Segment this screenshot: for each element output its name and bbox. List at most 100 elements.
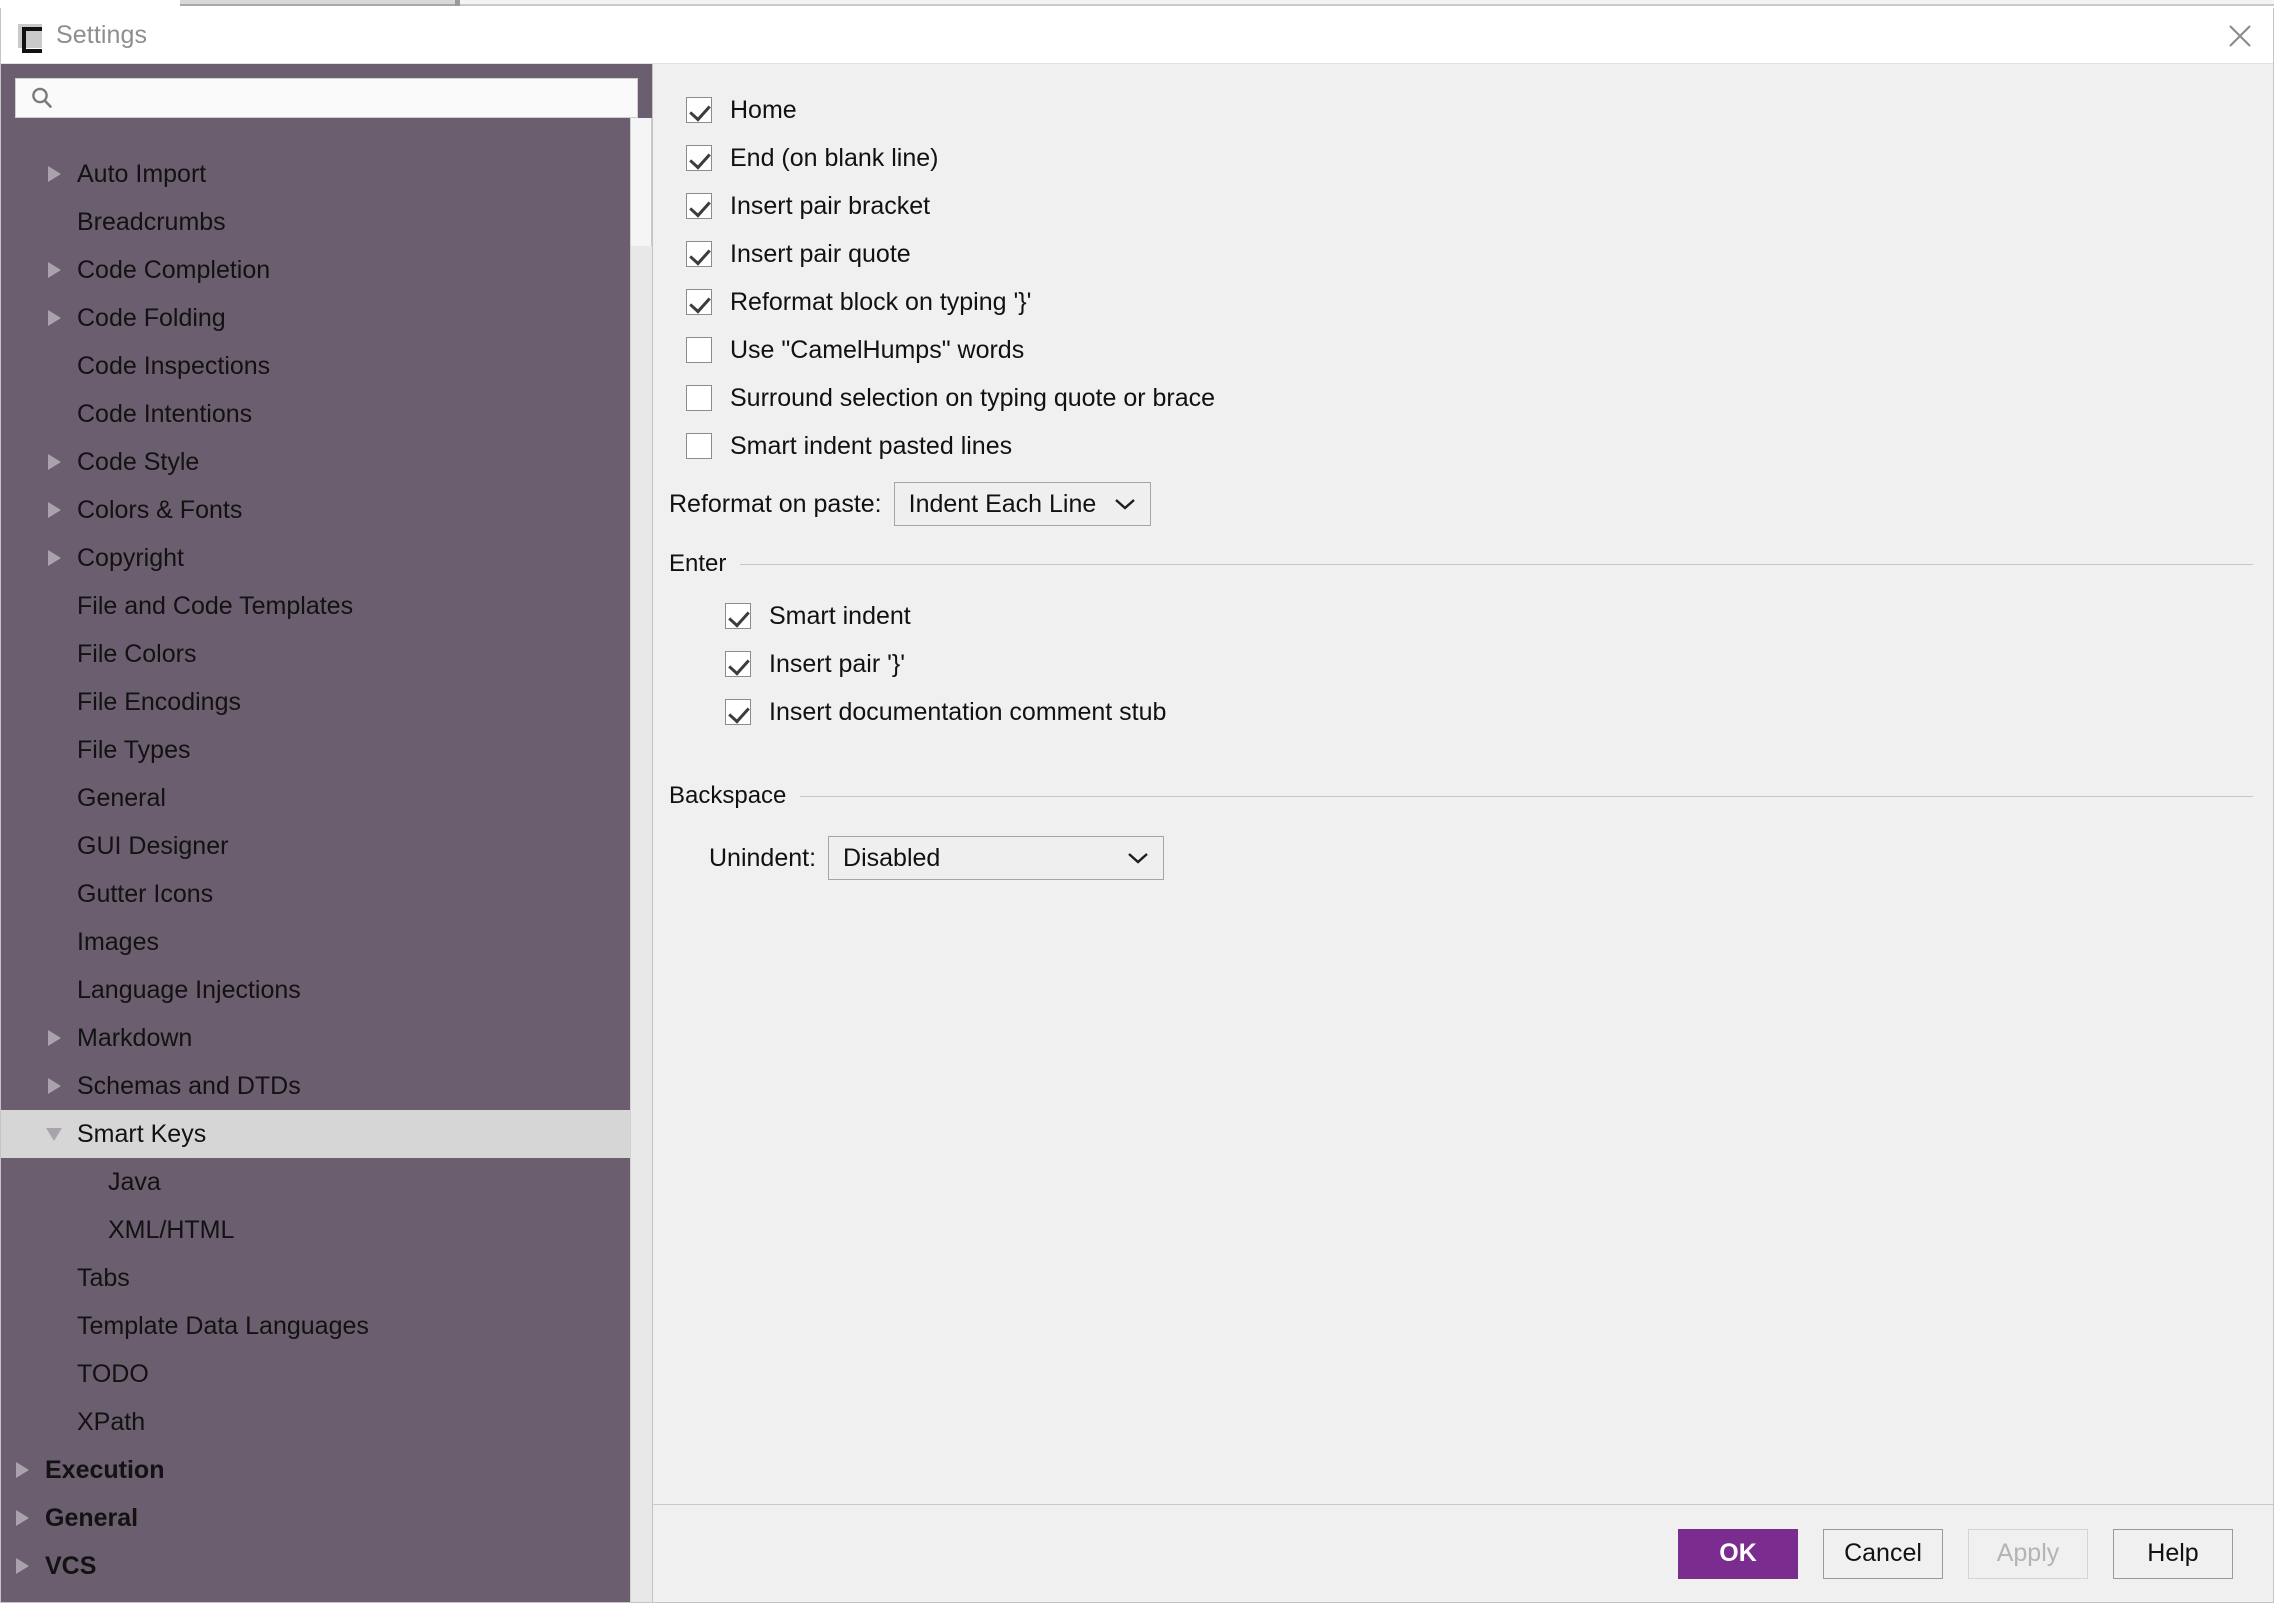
chevron-right-icon[interactable] — [39, 486, 69, 534]
checkbox-row-insert-pair-bracket[interactable]: Insert pair bracket — [653, 182, 2273, 230]
reformat-on-paste-row: Reformat on paste: Indent Each Line — [653, 476, 2273, 532]
sidebar-item-label: XML/HTML — [108, 1215, 235, 1244]
chevron-right-icon[interactable] — [39, 438, 69, 486]
checkbox-checked-icon[interactable] — [725, 651, 751, 677]
settings-dialog: Settings ..Auto ImportBr — [0, 8, 2274, 1603]
sidebar-item-label: Code Folding — [77, 303, 226, 332]
chevron-right-icon[interactable] — [7, 1446, 37, 1494]
checkbox-unchecked-icon[interactable] — [686, 385, 712, 411]
background-tab-b — [460, 0, 2274, 6]
enter-group-options: Smart indent Insert pair '}' Insert docume… — [653, 578, 2273, 736]
backspace-group-body: Unindent: Disabled — [653, 810, 2273, 886]
search-input[interactable] — [65, 79, 637, 117]
checkbox-label: Use "CamelHumps" words — [730, 335, 1025, 364]
sidebar-item-code-intentions[interactable]: Code Intentions — [1, 390, 630, 438]
sidebar-item-auto-import[interactable]: Auto Import — [1, 150, 630, 198]
checkbox-checked-icon[interactable] — [686, 241, 712, 267]
checkbox-checked-icon[interactable] — [686, 145, 712, 171]
sidebar-item-todo[interactable]: TODO — [1, 1350, 630, 1398]
checkbox-checked-icon[interactable] — [686, 289, 712, 315]
search-box[interactable] — [15, 78, 638, 118]
checkbox-row-home[interactable]: Home — [653, 86, 2273, 134]
sidebar-item-code-inspections[interactable]: Code Inspections — [1, 342, 630, 390]
sidebar-item-code-completion[interactable]: Code Completion — [1, 246, 630, 294]
sidebar-scrollbar-track[interactable] — [630, 118, 652, 1602]
sidebar-item-template-data-languages[interactable]: Template Data Languages — [1, 1302, 630, 1350]
chevron-right-icon[interactable] — [39, 1014, 69, 1062]
sidebar-item-[interactable]: .. — [1, 124, 630, 150]
sidebar-item-code-style[interactable]: Code Style — [1, 438, 630, 486]
enter-group: Enter Smart indent Insert pair '}' Insert … — [653, 550, 2273, 736]
settings-tree[interactable]: .. Auto Import Breadcrumbs Code Completion C… — [1, 118, 630, 1602]
checkbox-label: Smart indent pasted lines — [730, 431, 1013, 460]
close-button[interactable] — [2207, 8, 2273, 63]
checkbox-checked-icon[interactable] — [686, 193, 712, 219]
background-window-strip — [0, 0, 2274, 8]
checkbox-checked-icon[interactable] — [725, 699, 751, 725]
sidebar-scrollbar-thumb[interactable] — [631, 118, 652, 246]
checkbox-row-reformat-block-on-typing[interactable]: Reformat block on typing '}' — [653, 278, 2273, 326]
unindent-select[interactable]: Disabled — [828, 836, 1165, 880]
sidebar-item-tabs[interactable]: Tabs — [1, 1254, 630, 1302]
dialog-titlebar: Settings — [1, 8, 2273, 64]
sidebar-item-general[interactable]: General — [1, 774, 630, 822]
chevron-right-icon[interactable] — [7, 1494, 37, 1542]
checkbox-checked-icon[interactable] — [686, 97, 712, 123]
sidebar-item-breadcrumbs[interactable]: Breadcrumbs — [1, 198, 630, 246]
help-button[interactable]: Help — [2113, 1528, 2233, 1579]
cancel-button[interactable]: Cancel — [1823, 1528, 1943, 1579]
sidebar-item-vcs[interactable]: VCS — [1, 1542, 630, 1590]
sidebar-item-code-folding[interactable]: Code Folding — [1, 294, 630, 342]
checkbox-checked-icon[interactable] — [725, 603, 751, 629]
dialog-button-bar: OK Cancel Apply Help — [653, 1504, 2273, 1602]
chevron-right-icon[interactable] — [39, 150, 69, 198]
chevron-right-icon[interactable] — [39, 1062, 69, 1110]
sidebar-item-general[interactable]: General — [1, 1494, 630, 1542]
checkbox-row-insert-pair-quote[interactable]: Insert pair quote — [653, 230, 2273, 278]
sidebar-item-copyright[interactable]: Copyright — [1, 534, 630, 582]
checkbox-row-surround-selection-on-typing-quote-or-brace[interactable]: Surround selection on typing quote or br… — [653, 374, 2273, 422]
checkbox-row-smart-indent-pasted-lines[interactable]: Smart indent pasted lines — [653, 422, 2273, 470]
checkbox-unchecked-icon[interactable] — [686, 433, 712, 459]
sidebar-item-label: Auto Import — [77, 159, 207, 188]
reformat-on-paste-select[interactable]: Indent Each Line — [893, 482, 1152, 526]
sidebar-item-file-and-code-templates[interactable]: File and Code Templates — [1, 582, 630, 630]
sidebar-item-java[interactable]: Java — [1, 1158, 630, 1206]
checkbox-row-use-camelhumps-words[interactable]: Use "CamelHumps" words — [653, 326, 2273, 374]
sidebar-item-label: TODO — [77, 1359, 149, 1388]
sidebar-item-label: File Colors — [77, 639, 197, 668]
checkbox-row-insert-pair[interactable]: Insert pair '}' — [653, 640, 2273, 688]
sidebar-item-xpath[interactable]: XPath — [1, 1398, 630, 1446]
ok-button[interactable]: OK — [1678, 1528, 1798, 1579]
checkbox-row-insert-documentation-comment-stub[interactable]: Insert documentation comment stub — [653, 688, 2273, 736]
checkbox-label: Reformat block on typing '}' — [730, 287, 1032, 316]
sidebar-item-label: Copyright — [77, 543, 184, 572]
checkbox-unchecked-icon[interactable] — [686, 337, 712, 363]
checkbox-row-end-on-blank-line[interactable]: End (on blank line) — [653, 134, 2273, 182]
chevron-right-icon[interactable] — [7, 1542, 37, 1590]
sidebar-item-label: General — [45, 1503, 139, 1532]
sidebar-item-file-colors[interactable]: File Colors — [1, 630, 630, 678]
chevron-right-icon[interactable] — [39, 294, 69, 342]
chevron-right-icon[interactable] — [39, 246, 69, 294]
sidebar-item-language-injections[interactable]: Language Injections — [1, 966, 630, 1014]
sidebar-item-execution[interactable]: Execution — [1, 1446, 630, 1494]
sidebar-item-file-types[interactable]: File Types — [1, 726, 630, 774]
sidebar-item-label: Breadcrumbs — [77, 207, 226, 236]
sidebar-item-schemas-and-dtds[interactable]: Schemas and DTDs — [1, 1062, 630, 1110]
sidebar-item-images[interactable]: Images — [1, 918, 630, 966]
checkbox-label: Surround selection on typing quote or br… — [730, 383, 1216, 412]
unindent-row: Unindent: Disabled — [653, 830, 2273, 886]
chevron-right-icon[interactable] — [39, 534, 69, 582]
checkbox-label: Insert pair '}' — [769, 649, 905, 678]
sidebar-item-colors-fonts[interactable]: Colors & Fonts — [1, 486, 630, 534]
sidebar-item-smart-keys[interactable]: Smart Keys — [1, 1110, 630, 1158]
sidebar-item-file-encodings[interactable]: File Encodings — [1, 678, 630, 726]
sidebar-item-xml-html[interactable]: XML/HTML — [1, 1206, 630, 1254]
chevron-down-icon[interactable] — [39, 1110, 69, 1158]
sidebar-item-gui-designer[interactable]: GUI Designer — [1, 822, 630, 870]
sidebar-item-markdown[interactable]: Markdown — [1, 1014, 630, 1062]
unindent-value: Disabled — [843, 843, 941, 872]
checkbox-row-smart-indent[interactable]: Smart indent — [653, 592, 2273, 640]
sidebar-item-gutter-icons[interactable]: Gutter Icons — [1, 870, 630, 918]
